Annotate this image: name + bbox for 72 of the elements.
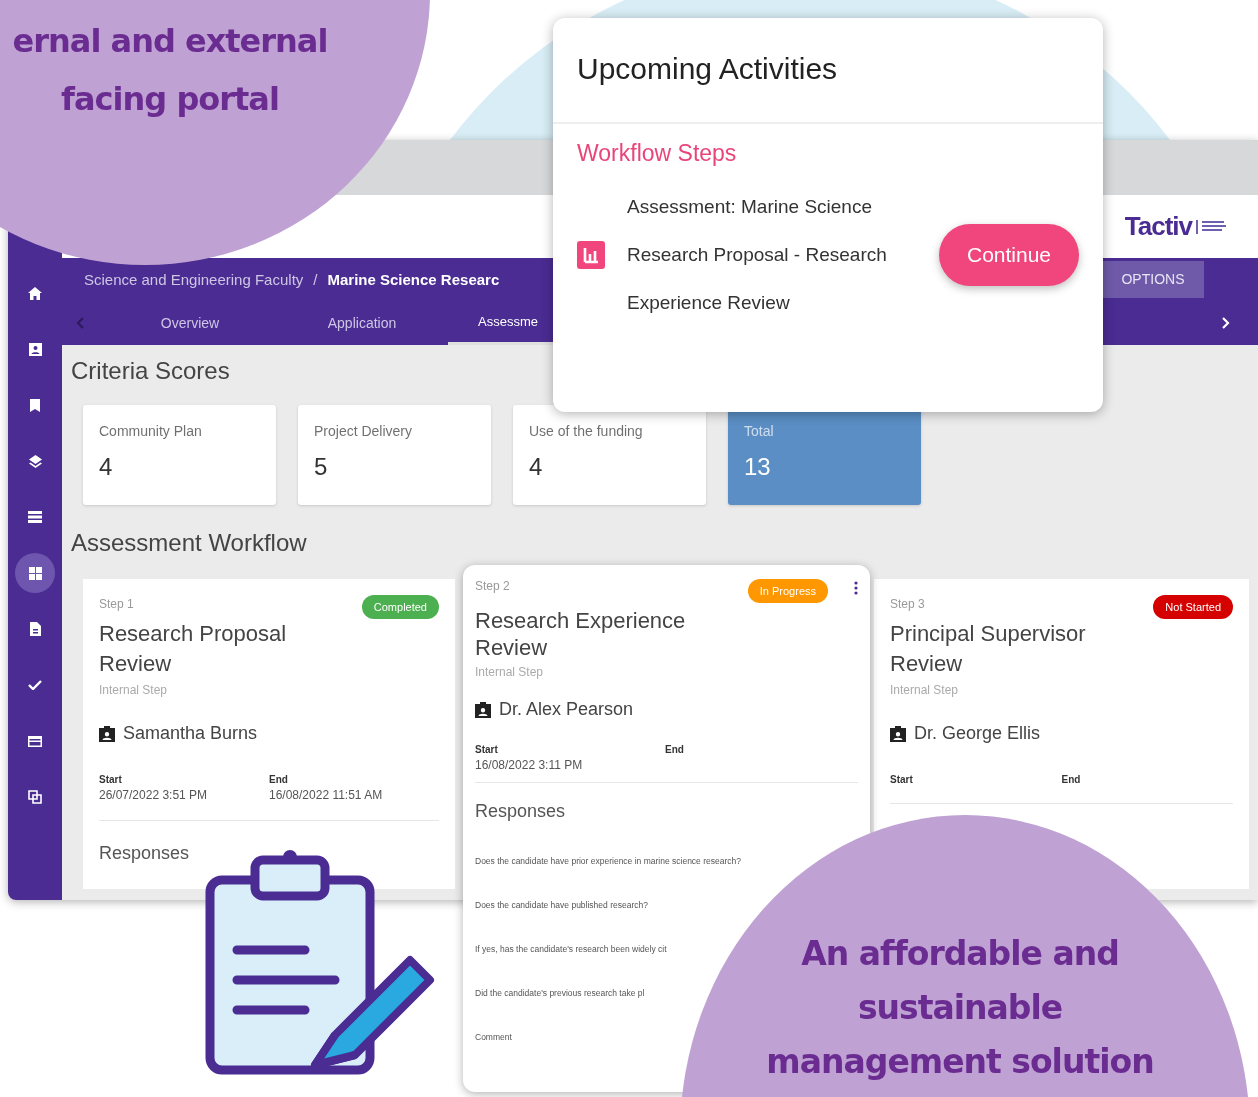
file-icon (29, 622, 41, 636)
card-icon (28, 735, 42, 747)
date-value: 16/08/2022 11:51 AM (269, 788, 384, 802)
score-label: Community Plan (99, 423, 203, 439)
step-number: Step 3 (890, 597, 925, 611)
date-label: End (269, 774, 289, 785)
step-type: Internal Step (475, 665, 545, 679)
badge-icon (475, 701, 491, 718)
popup-title: Upcoming Activities (553, 18, 1103, 124)
grid-icon (28, 566, 42, 580)
status-badge: Not Started (1153, 595, 1233, 619)
date-label: End (665, 744, 685, 755)
assignee-name: Dr. Alex Pearson (499, 699, 634, 720)
step-title: Principal Supervisor Review (890, 620, 1087, 678)
step-number: Step 2 (475, 579, 510, 593)
date-value: 16/08/2022 3:11 PM (475, 758, 584, 772)
promo-heading: An affordable and sustainable management solution (765, 933, 1155, 1083)
layers-icon (28, 454, 42, 468)
checkmark-icon (28, 680, 42, 690)
responses-heading: Responses (99, 843, 191, 864)
score-label: Total (744, 423, 775, 439)
section-title: Assessment Workflow (71, 529, 308, 557)
activity-text[interactable]: Assessment: Marine Science Research Proposal - Research Experience Review (627, 183, 912, 327)
step-title: Research Experience Review (475, 607, 687, 661)
breadcrumb-separator: / (313, 270, 318, 288)
section-title: Criteria Scores (71, 357, 231, 385)
assignee-name: Samantha Burns (123, 723, 258, 744)
question-text: Comment (475, 1032, 513, 1042)
score-value: 4 (529, 453, 544, 481)
home-icon (28, 286, 42, 300)
score-label: Project Delivery (314, 423, 414, 439)
section-heading: Workflow Steps (577, 140, 738, 167)
chevron-right-icon[interactable] (1222, 316, 1230, 329)
date-label: Start (890, 774, 914, 785)
badge-icon (890, 725, 906, 742)
breadcrumb-current: Marine Science Researc (327, 270, 500, 288)
breadcrumb-link[interactable]: Science and Engineering Faculty (84, 270, 304, 288)
step-type: Internal Step (99, 683, 169, 697)
continue-button[interactable]: Continue (939, 224, 1079, 286)
date-label: Start (475, 744, 499, 755)
status-badge: Completed (361, 595, 439, 619)
step-title: Research Proposal Review (99, 620, 288, 678)
list-icon (28, 511, 42, 523)
score-value: 5 (314, 453, 329, 481)
question-text: If yes, has the candidate's research been widely cit (475, 944, 668, 954)
sidebar-item[interactable] (15, 553, 55, 593)
tab[interactable]: Application (276, 300, 448, 345)
step-number: Step 1 (99, 597, 134, 611)
badge-icon (99, 725, 115, 742)
promo-heading: ernal and external facing portal (11, 21, 329, 120)
status-badge: In Progress (747, 579, 828, 603)
score-label: Use of the funding (529, 423, 644, 439)
logo-tagline-icon (1196, 219, 1228, 234)
assignee-name: Dr. George Ellis (914, 723, 1041, 744)
question-text: Did the candidate's previous research take pl (475, 988, 646, 998)
step-type: Internal Step (890, 683, 960, 697)
question-text: Does the candidate have published research? (475, 900, 649, 910)
date-label: Start (99, 774, 123, 785)
responses-heading: Responses (475, 801, 567, 822)
copy-icon (28, 790, 42, 804)
tab[interactable]: Overview (104, 300, 276, 345)
bar-chart-icon (577, 241, 605, 269)
date-value: 26/07/2022 3:51 PM (99, 788, 209, 802)
question-text: Does the candidate have prior experience in marine science research? (475, 856, 742, 866)
date-label: End (1061, 774, 1082, 785)
score-value: 13 (744, 453, 772, 481)
options-button[interactable]: OPTIONS (1102, 260, 1204, 298)
score-value: 4 (99, 453, 114, 481)
bookmark-icon (30, 398, 40, 412)
more-menu-icon[interactable] (854, 581, 858, 595)
logo: Tactiv (1124, 211, 1228, 242)
person-card-icon (28, 342, 42, 356)
